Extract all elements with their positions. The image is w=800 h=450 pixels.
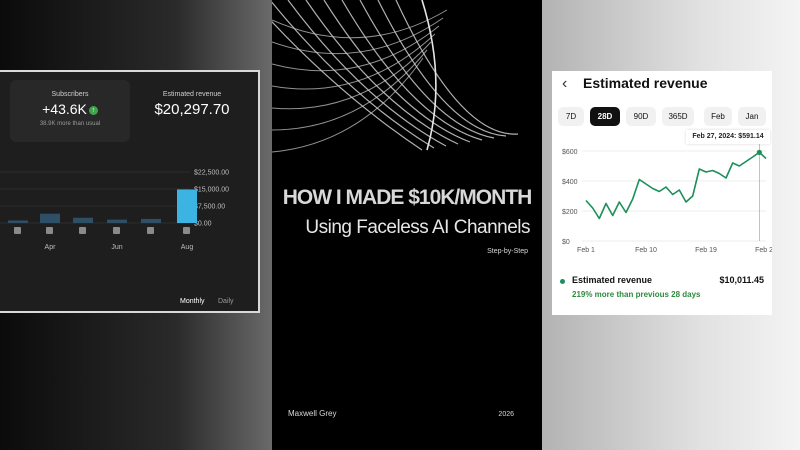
cover-subtitle: Using Faceless AI Channels <box>305 217 530 238</box>
subscribers-value: +43.6K ↑ <box>10 101 130 117</box>
back-chevron-icon[interactable]: ‹ <box>562 75 567 93</box>
y-tick-label: $200 <box>562 209 578 216</box>
legend-dot-icon <box>560 279 565 284</box>
cover-step-label: Step-by-Step <box>487 248 528 255</box>
bar <box>141 218 161 223</box>
wire-curve <box>272 49 428 131</box>
video-marker-icon <box>79 227 86 234</box>
x-tick-label: Aug <box>181 244 194 251</box>
daily-toggle[interactable]: Daily <box>218 298 234 305</box>
x-tick-label: Apr <box>45 244 57 251</box>
video-marker-icon <box>183 227 190 234</box>
wire-curve <box>272 57 424 153</box>
y-tick-label: $400 <box>562 179 578 186</box>
chart-tooltip: Feb 27, 2024: $591.14 <box>686 130 770 144</box>
wire-curve <box>272 20 423 151</box>
y-tick-label: $0 <box>562 239 570 246</box>
x-tick-label: Jun <box>111 244 122 251</box>
revenue-card[interactable]: Estimated revenue $20,297.70 <box>134 80 250 142</box>
video-marker-icon <box>113 227 120 234</box>
tab-7d[interactable]: 7D <box>558 107 584 126</box>
revenue-line <box>585 151 767 220</box>
bar <box>73 217 93 223</box>
tab-90d[interactable]: 90D <box>626 107 656 126</box>
subscribers-value-text: +43.6K <box>42 101 87 117</box>
revenue-screen: ‹ Estimated revenue 7D 28D 90D 365D Feb … <box>552 71 772 315</box>
screen-title: Estimated revenue <box>583 75 708 91</box>
daily-revenue-chart: $600 $400 $200 $0 Feb 1 Feb 10 Feb 19 Feb 28 <box>562 139 772 254</box>
bar <box>177 189 197 223</box>
y-tick-label: $600 <box>562 149 578 156</box>
cover-year: 2026 <box>498 411 514 418</box>
x-tick-label: Feb 19 <box>695 247 717 254</box>
wire-curve <box>323 0 471 143</box>
bar <box>40 213 60 223</box>
analytics-panel: Subscribers +43.6K ↑ 38.9K more than usua… <box>0 70 260 313</box>
cover-author: Maxwell Grey <box>288 409 337 418</box>
x-tick-label: Feb 10 <box>635 247 657 254</box>
y-tick-label: $15,000.00 <box>194 187 229 194</box>
x-tick-label: Feb 28 <box>755 247 772 254</box>
subscribers-card[interactable]: Subscribers +43.6K ↑ 38.9K more than usua… <box>10 80 130 142</box>
book-cover: HOW I MADE $10K/MONTH Using Faceless AI … <box>272 0 542 450</box>
x-tick-label: Feb 1 <box>577 247 595 254</box>
monthly-revenue-chart: $22,500.00$15,000.00$7,500.00$0.00Apr Jun… <box>0 170 229 251</box>
subscribers-label: Subscribers <box>51 91 89 98</box>
tab-365d[interactable]: 365D <box>662 107 694 126</box>
revenue-label: Estimated revenue <box>162 91 222 98</box>
tab-jan[interactable]: Jan <box>738 107 766 126</box>
wire-curve <box>377 0 507 137</box>
monthly-toggle[interactable]: Monthly <box>180 298 205 305</box>
legend-value: $10,011.45 <box>719 275 764 285</box>
range-tabs: 7D 28D 90D 365D Feb Jan <box>558 107 772 127</box>
hover-point <box>756 149 762 155</box>
tab-28d[interactable]: 28D <box>590 107 620 126</box>
bar <box>107 219 127 223</box>
y-tick-label: $22,500.00 <box>194 170 229 177</box>
video-marker-icon <box>46 227 53 234</box>
legend-comparison: 219% more than previous 28 days <box>572 290 701 299</box>
y-tick-label: $7,500.00 <box>194 204 225 211</box>
wireframe-graphic <box>272 0 519 153</box>
subscribers-sub: 38.9K more than usual <box>39 121 101 127</box>
arrow-up-icon: ↑ <box>88 105 98 115</box>
legend-label: Estimated revenue <box>572 275 653 285</box>
cover-title: HOW I MADE $10K/MONTH <box>282 186 533 209</box>
video-marker-icon <box>147 227 154 234</box>
video-marker-icon <box>14 227 21 234</box>
bar <box>8 220 28 223</box>
tab-feb[interactable]: Feb <box>704 107 732 126</box>
revenue-value: $20,297.70 <box>154 101 230 118</box>
